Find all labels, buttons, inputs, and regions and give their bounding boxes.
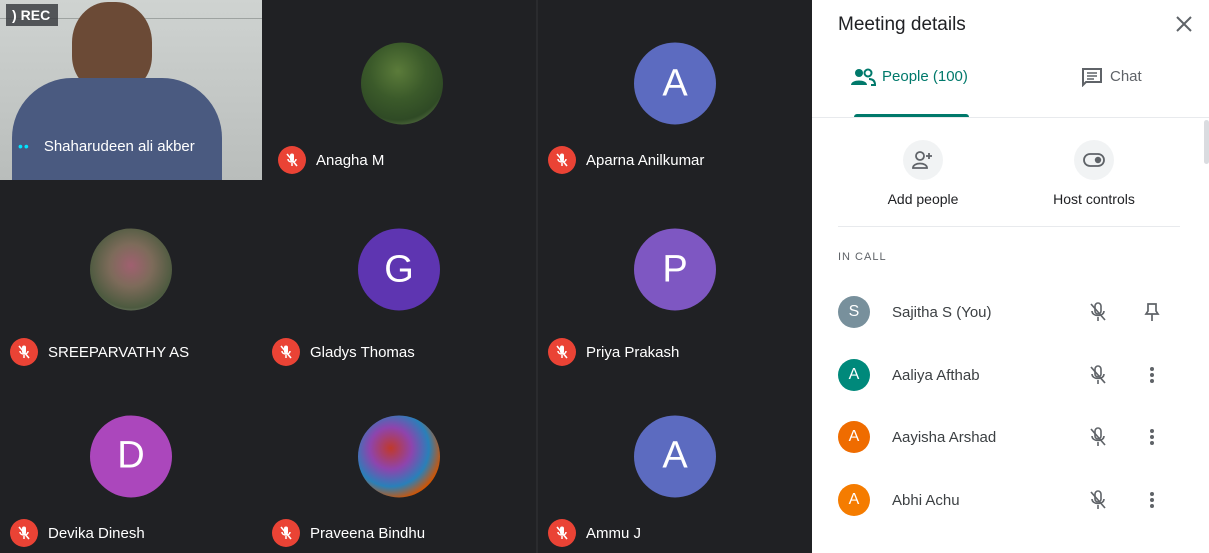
avatar: A xyxy=(838,484,870,516)
mic-off-icon xyxy=(10,519,38,547)
participant-row[interactable]: A Aayisha Arshad xyxy=(812,406,1192,468)
participant-row-name: Aaliya Afthab xyxy=(892,366,980,384)
chat-icon xyxy=(1080,67,1104,91)
tab-people[interactable]: People (100) xyxy=(850,68,976,116)
mic-off-icon xyxy=(10,338,38,366)
participant-tile[interactable]: SREEPARVATHY AS xyxy=(0,180,262,372)
participant-row-name: Sajitha S (You) xyxy=(892,303,992,321)
mic-off-icon xyxy=(548,338,576,366)
participant-avatar: D xyxy=(90,414,172,497)
participant-row[interactable]: S Sajitha S (You) xyxy=(812,281,1192,343)
avatar: A xyxy=(838,421,870,453)
mic-off-icon xyxy=(272,519,300,547)
participant-nameplate: Gladys Thomas xyxy=(262,332,415,372)
speaking-indicator-icon: •• xyxy=(18,138,30,154)
add-people-label: Add people xyxy=(887,191,959,207)
add-people-button[interactable]: Add people xyxy=(878,140,968,207)
mic-off-icon xyxy=(272,338,300,366)
participant-tile[interactable]: A Aparna Anilkumar xyxy=(538,0,812,180)
mic-off-icon xyxy=(548,519,576,547)
recording-icon: ) xyxy=(12,7,17,23)
participant-name: Praveena Bindhu xyxy=(310,524,426,542)
participant-name: Shaharudeen ali akber xyxy=(43,137,195,155)
tab-chat[interactable]: Chat xyxy=(1080,68,1190,116)
participant-nameplate: SREEPARVATHY AS xyxy=(0,332,189,372)
participant-nameplate: Praveena Bindhu xyxy=(262,513,425,553)
participant-avatar xyxy=(358,414,440,497)
mic-off-icon xyxy=(1086,363,1110,387)
participant-nameplate: Anagha M xyxy=(268,140,384,180)
mic-off-icon xyxy=(1086,425,1110,449)
participant-row[interactable]: A Aaliya Afthab xyxy=(812,344,1192,406)
panel-title: Meeting details xyxy=(838,14,966,35)
avatar-initial: A xyxy=(662,434,688,477)
in-call-heading: IN CALL xyxy=(838,251,887,263)
participant-row-name: Aayisha Arshad xyxy=(892,428,997,446)
participant-name: Ammu J xyxy=(586,524,642,542)
participant-tile[interactable]: ) REC •• Shaharudeen ali akber xyxy=(0,0,268,180)
participant-nameplate: Aparna Anilkumar xyxy=(538,140,704,180)
pin-icon[interactable] xyxy=(1140,300,1164,324)
participant-nameplate: Ammu J xyxy=(538,513,641,553)
video-grid: ) REC •• Shaharudeen ali akber Anagha M … xyxy=(0,0,812,553)
more-icon[interactable] xyxy=(1140,488,1164,512)
participant-name: Priya Prakash xyxy=(586,343,680,361)
add-person-icon xyxy=(903,140,943,180)
host-controls-label: Host controls xyxy=(1053,191,1135,207)
participant-tile[interactable]: A Ammu J xyxy=(538,372,812,553)
participant-name: SREEPARVATHY AS xyxy=(48,343,190,361)
tab-people-label: People (100) xyxy=(882,68,968,85)
participant-nameplate: Devika Dinesh xyxy=(0,513,145,553)
mic-off-icon xyxy=(1086,488,1110,512)
mic-off-icon xyxy=(548,146,576,174)
participant-avatar xyxy=(361,42,443,125)
participant-tile[interactable]: Anagha M xyxy=(262,0,536,180)
close-icon[interactable] xyxy=(1170,10,1198,38)
participant-name: Devika Dinesh xyxy=(48,524,145,542)
participant-row-name: Abhi Achu xyxy=(892,491,960,509)
tab-chat-label: Chat xyxy=(1110,68,1142,85)
mic-off-icon xyxy=(1086,300,1110,324)
participant-avatar: A xyxy=(634,414,716,497)
participant-tile[interactable]: G Gladys Thomas xyxy=(262,180,536,372)
participant-name: Anagha M xyxy=(316,151,385,169)
avatar-initial: P xyxy=(662,247,688,290)
avatar-initial: G xyxy=(384,247,414,290)
more-icon[interactable] xyxy=(1140,425,1164,449)
participant-name: Gladys Thomas xyxy=(310,343,415,361)
avatar: S xyxy=(838,296,870,328)
participant-tile[interactable]: D Devika Dinesh xyxy=(0,372,262,553)
people-icon xyxy=(850,67,877,91)
scrollbar[interactable] xyxy=(1204,120,1209,164)
more-icon[interactable] xyxy=(1140,363,1164,387)
participant-avatar: A xyxy=(634,42,716,125)
avatar-initial: A xyxy=(662,61,688,104)
host-controls-button[interactable]: Host controls xyxy=(1044,140,1144,207)
participant-avatar: P xyxy=(634,228,716,311)
participant-row[interactable]: A Abhi Achu xyxy=(812,469,1192,531)
camera-video: ) REC •• Shaharudeen ali akber xyxy=(0,0,262,180)
meeting-details-panel: Meeting details People (100) Chat Add pe… xyxy=(812,0,1209,553)
participant-name: Aparna Anilkumar xyxy=(586,151,705,169)
participant-nameplate: Priya Prakash xyxy=(538,332,679,372)
avatar: A xyxy=(838,359,870,391)
toggle-icon xyxy=(1074,140,1114,180)
mic-off-icon xyxy=(278,146,306,174)
avatar-initial: D xyxy=(117,434,145,477)
participant-avatar xyxy=(90,228,172,311)
participant-tile[interactable]: P Priya Prakash xyxy=(538,180,812,372)
recording-badge: ) REC xyxy=(6,4,59,26)
participant-avatar: G xyxy=(358,228,440,311)
participant-tile[interactable]: Praveena Bindhu xyxy=(262,372,536,553)
